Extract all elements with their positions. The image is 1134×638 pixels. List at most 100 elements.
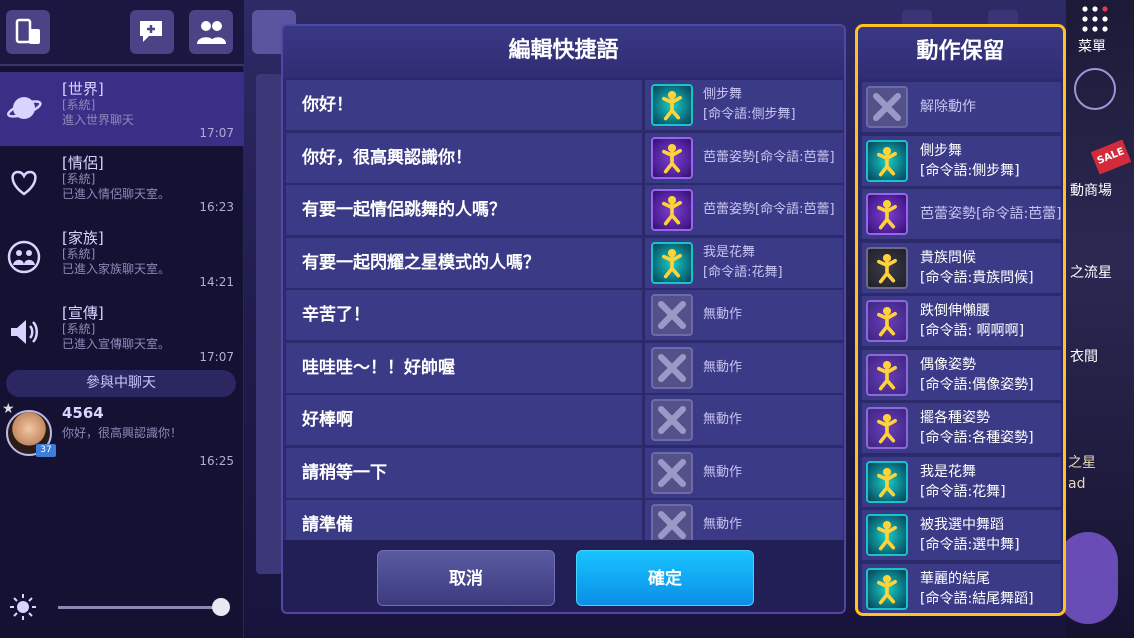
menu-label[interactable]: 菜單 (1078, 36, 1106, 56)
menu-dots-icon[interactable] (1080, 4, 1110, 34)
shortcut-action-selector[interactable]: 我是花舞 [命令語:花舞] (645, 237, 843, 288)
closet-label[interactable]: 衣間 (1070, 346, 1098, 366)
shortcut-action-selector[interactable]: 無動作 (645, 342, 843, 393)
shortcut-action-label: 芭蕾姿勢[命令語:芭蕾] (703, 149, 835, 165)
channel-last-message: [系統] 進入世界聊天 (62, 98, 135, 127)
action-item[interactable]: 解除動作 (862, 82, 1061, 132)
shortcut-row: 好棒啊 無動作 (286, 395, 843, 445)
new-chat-button[interactable] (130, 10, 174, 54)
chat-sidebar: [世界] [系統] 進入世界聊天 17:07 [情侶] [系統] 已進入情侶聊天… (0, 0, 244, 638)
shooting-star-label[interactable]: 之流星 (1070, 262, 1112, 282)
dance-pose-icon (651, 136, 693, 179)
action-item-label: 跌倒伸懶腰 [命令語: 啊啊啊] (920, 303, 1025, 339)
chat-channel-couple[interactable]: [情侶] [系統] 已進入情侶聊天室。 16:23 (0, 146, 244, 220)
brightness-slider-thumb[interactable] (212, 598, 230, 616)
shortcut-action-selector[interactable]: 側步舞 [命令語:側步舞] (645, 80, 843, 130)
shortcut-phrase[interactable]: 哇哇哇～！！好帥喔 (286, 342, 642, 393)
no-action-icon (651, 504, 693, 542)
no-action-icon (651, 451, 693, 494)
shortcut-action-label: 側步舞 [命令語:側步舞] (703, 87, 796, 122)
action-item-label: 擺各種姿勢 [命令語:各種姿勢] (920, 410, 1034, 446)
dance-pose-icon (866, 300, 908, 342)
side-banner-text: 之星 (1068, 455, 1096, 471)
action-item-label: 芭蕾姿勢[命令語:芭蕾] (920, 206, 1062, 222)
action-item[interactable]: 偶像姿勢 [命令語:偶像姿勢] (862, 349, 1061, 400)
chat-channel-world[interactable]: [世界] [系統] 進入世界聊天 17:07 (0, 72, 244, 146)
shortcut-list: 你好！ 側步舞 [命令語:側步舞] 你好，很高興認識你！ 芭蕾姿勢[命令語:芭蕾] 有要… (286, 80, 843, 542)
shortcut-phrase[interactable]: 你好！ (286, 80, 642, 130)
joined-chat-item[interactable]: 4564 你好，很高興認識你！ 16:25 (0, 398, 244, 470)
chat-channel-promo[interactable]: [宣傳] [系統] 已進入宣傳聊天室。 17:07 (0, 296, 244, 370)
shortcut-action-selector[interactable]: 無動作 (645, 395, 843, 445)
action-item-label: 偶像姿勢 [命令語:偶像姿勢] (920, 356, 1034, 393)
shortcut-phrase[interactable]: 有要一起閃耀之星模式的人嗎？ (286, 237, 642, 288)
dance-pose-icon (866, 193, 908, 235)
confirm-button[interactable]: 確定 (576, 550, 754, 606)
shortcut-phrase[interactable]: 請準備 (286, 500, 642, 542)
action-item-label: 貴族問候 [命令語:貴族問候] (920, 249, 1034, 286)
switch-device-icon (15, 18, 40, 44)
action-item-label: 華麗的結尾 [命令語:結尾舞蹈] (920, 570, 1034, 607)
chat-channel-family[interactable]: [家族] [系統] 已進入家族聊天室。 14:21 (0, 221, 244, 295)
speaker-icon (11, 320, 38, 344)
game-screen: 菜單 SALE 動商場 之流星 衣間 之星 ad [世界] [系統] 進入世界聊… (0, 0, 1134, 638)
shortcut-row: 有要一起閃耀之星模式的人嗎？ 我是花舞 [命令語:花舞] (286, 237, 843, 288)
side-round-button[interactable] (1074, 68, 1116, 110)
shortcut-phrase[interactable]: 好棒啊 (286, 395, 642, 445)
shortcut-action-selector[interactable]: 無動作 (645, 500, 843, 542)
action-item-label: 側步舞 [命令語:側步舞] (920, 142, 1020, 179)
shortcut-phrase[interactable]: 辛苦了！ (286, 290, 642, 340)
shortcut-row: 請準備 無動作 (286, 500, 843, 542)
action-item[interactable]: 華麗的結尾 [命令語:結尾舞蹈] (862, 563, 1061, 613)
action-item[interactable]: 芭蕾姿勢[命令語:芭蕾] (862, 189, 1062, 239)
shortcut-action-label: 芭蕾姿勢[命令語:芭蕾] (703, 202, 835, 217)
channel-time: 17:07 (199, 126, 234, 140)
shortcut-row: 你好！ 側步舞 [命令語:側步舞] (286, 80, 843, 130)
action-item[interactable]: 貴族問候 [命令語:貴族問候] (862, 242, 1061, 293)
planet-icon (7, 97, 42, 119)
friends-button[interactable] (189, 10, 233, 54)
chat-toolbar (0, 0, 244, 66)
background-chat-strip (256, 74, 282, 574)
brightness-slider-track[interactable] (58, 606, 224, 609)
shortcut-action-label: 無動作 (703, 307, 743, 322)
action-circle-button[interactable] (1058, 532, 1118, 624)
shortcut-action-label: 無動作 (703, 464, 743, 480)
shortcut-action-label: 無動作 (703, 517, 743, 532)
action-item[interactable]: 我是花舞 [命令語:花舞] (862, 456, 1061, 507)
family-icon (7, 240, 41, 274)
channel-time: 17:07 (199, 350, 234, 364)
shortcut-phrase[interactable]: 你好，很高興認識你！ (286, 132, 642, 183)
action-item[interactable]: 跌倒伸懶腰 [命令語: 啊啊啊] (862, 296, 1061, 346)
shortcut-action-label: 我是花舞 [命令語:花舞] (703, 244, 783, 280)
channel-time: 16:23 (199, 200, 234, 214)
action-item[interactable]: 被我選中舞蹈 [命令語:選中舞] (862, 510, 1061, 560)
dialog-footer: 取消 確定 (283, 540, 844, 612)
shortcut-row: 有要一起情侶跳舞的人嗎？ 芭蕾姿勢[命令語:芭蕾] (286, 185, 843, 235)
shortcut-action-selector[interactable]: 無動作 (645, 447, 843, 498)
no-action-icon (651, 294, 693, 336)
shortcut-phrase[interactable]: 有要一起情侶跳舞的人嗎？ (286, 185, 642, 235)
action-item[interactable]: 擺各種姿勢 [命令語:各種姿勢] (862, 403, 1061, 453)
shortcut-action-selector[interactable]: 芭蕾姿勢[命令語:芭蕾] (645, 132, 843, 183)
switch-device-button[interactable] (6, 10, 50, 54)
cancel-button[interactable]: 取消 (377, 550, 555, 606)
shortcut-phrase[interactable]: 請稍等一下 (286, 447, 642, 498)
action-item[interactable]: 側步舞 [命令語:側步舞] (862, 135, 1061, 186)
channel-last-message: [系統] 已進入情侶聊天室。 (62, 172, 171, 201)
dance-pose-icon (866, 514, 908, 556)
joined-chat-name: 4564 (62, 404, 104, 422)
channel-name: [世界] (62, 80, 104, 98)
no-action-icon (651, 399, 693, 441)
dance-pose-icon (866, 139, 908, 182)
shop-label[interactable]: 動商場 (1070, 180, 1112, 200)
shortcut-action-selector[interactable]: 無動作 (645, 290, 843, 340)
joined-chat-message: 你好，很高興認識你！ (62, 426, 183, 440)
channel-name: [情侶] (62, 154, 104, 172)
dance-pose-icon (866, 567, 908, 610)
channel-name: [家族] (62, 229, 104, 247)
shortcut-action-selector[interactable]: 芭蕾姿勢[命令語:芭蕾] (645, 185, 843, 235)
dance-pose-icon (651, 189, 693, 231)
chat-add-icon (140, 21, 162, 42)
joined-chat-time: 16:25 (199, 454, 234, 468)
